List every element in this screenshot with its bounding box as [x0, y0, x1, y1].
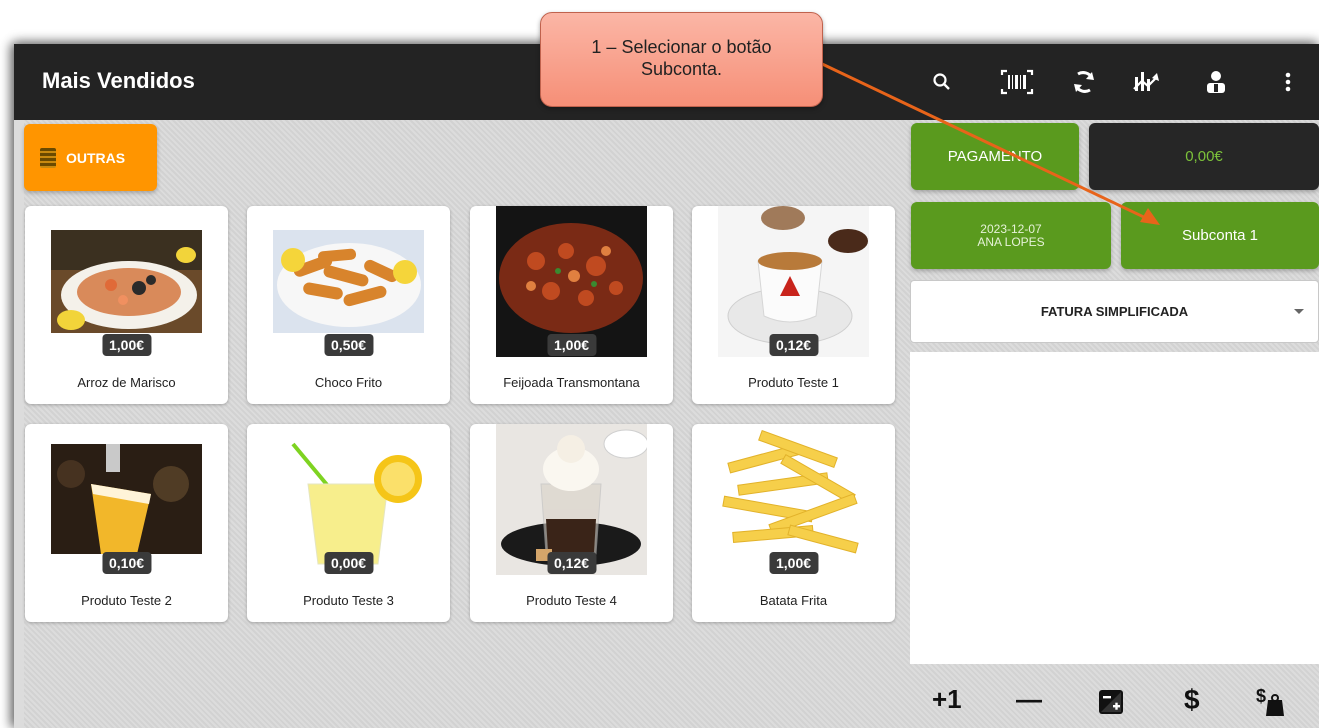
product-card[interactable]: 1,00€ Batata Frita: [692, 424, 895, 622]
product-price: 0,00€: [323, 552, 374, 574]
plus-one-label: +1: [932, 684, 962, 714]
total-amount: 0,00€: [1185, 148, 1223, 165]
search-icon[interactable]: [922, 62, 962, 102]
more-vert-icon[interactable]: [1268, 62, 1308, 102]
product-name: Choco Frito: [314, 375, 383, 390]
subaccount-button[interactable]: Subconta 1: [1121, 202, 1319, 269]
total-display: 0,00€: [1089, 123, 1319, 190]
product-image-seafood-rice: [51, 230, 202, 333]
page-title: Mais Vendidos: [42, 68, 195, 93]
payment-button[interactable]: PAGAMENTO: [911, 123, 1079, 190]
product-card[interactable]: 0,10€ Produto Teste 2: [25, 424, 228, 622]
instruction-callout: 1 – Selecionar o botão Subconta.: [540, 12, 823, 107]
product-name: Arroz de Marisco: [77, 375, 176, 390]
minus-label: —: [1016, 684, 1042, 714]
exposure-icon[interactable]: [1099, 690, 1123, 719]
product-price: 1,00€: [546, 334, 597, 356]
app-window: Mais Vendidos OUTRAS 1,00€ Arroz de Mari…: [14, 44, 1319, 728]
subaccount-label: Subconta 1: [1182, 227, 1258, 244]
category-outras-button[interactable]: OUTRAS: [24, 124, 157, 191]
product-price: 0,12€: [768, 334, 819, 356]
chevron-down-icon: [1294, 309, 1304, 314]
category-list-icon: [40, 147, 56, 168]
product-card[interactable]: 1,00€ Arroz de Marisco: [25, 206, 228, 404]
product-price: 0,50€: [323, 334, 374, 356]
product-name: Batata Frita: [759, 593, 828, 608]
category-label: OUTRAS: [66, 149, 126, 166]
dollar-label: $: [1184, 684, 1200, 715]
product-price: 1,00€: [768, 552, 819, 574]
svg-text:$: $: [1256, 686, 1266, 706]
document-type-value: FATURA SIMPLIFICADA: [1040, 304, 1189, 319]
plus-one-button[interactable]: +1: [932, 684, 962, 715]
product-card[interactable]: 0,12€ Produto Teste 1: [692, 206, 895, 404]
user-icon[interactable]: [1196, 62, 1236, 102]
session-operator: ANA LOPES: [977, 234, 1045, 249]
product-card[interactable]: 0,50€ Choco Frito: [247, 206, 450, 404]
dollar-icon[interactable]: $: [1184, 684, 1200, 716]
product-image-fried-cuttlefish: [273, 230, 424, 333]
product-image-beer: [51, 444, 202, 554]
barcode-icon[interactable]: [997, 62, 1037, 102]
product-price: 0,10€: [101, 552, 152, 574]
callout-line-2: Subconta.: [640, 59, 723, 79]
product-card[interactable]: 1,00€ Feijoada Transmontana: [470, 206, 673, 404]
product-name: Produto Teste 3: [303, 593, 394, 608]
minus-button[interactable]: —: [1016, 684, 1042, 715]
product-name: Feijoada Transmontana: [503, 375, 640, 390]
payment-label: PAGAMENTO: [947, 148, 1043, 165]
order-items-list: [910, 352, 1319, 664]
chart-icon[interactable]: [1126, 62, 1166, 102]
product-name: Produto Teste 2: [81, 593, 172, 608]
product-price: 1,00€: [101, 334, 152, 356]
session-date: 2023-12-07: [980, 221, 1042, 236]
product-price: 0,12€: [546, 552, 597, 574]
product-name: Produto Teste 4: [526, 593, 617, 608]
product-name: Produto Teste 1: [748, 375, 839, 390]
product-card[interactable]: 0,12€ Produto Teste 4: [470, 424, 673, 622]
product-card[interactable]: 0,00€ Produto Teste 3: [247, 424, 450, 622]
session-info-button[interactable]: 2023-12-07 ANA LOPES: [911, 202, 1111, 269]
callout-line-1: 1 – Selecionar o botão: [591, 37, 772, 57]
price-per-kg-icon[interactable]: $: [1254, 686, 1286, 721]
document-type-select[interactable]: FATURA SIMPLIFICADA: [910, 280, 1319, 343]
sync-icon[interactable]: [1064, 62, 1104, 102]
